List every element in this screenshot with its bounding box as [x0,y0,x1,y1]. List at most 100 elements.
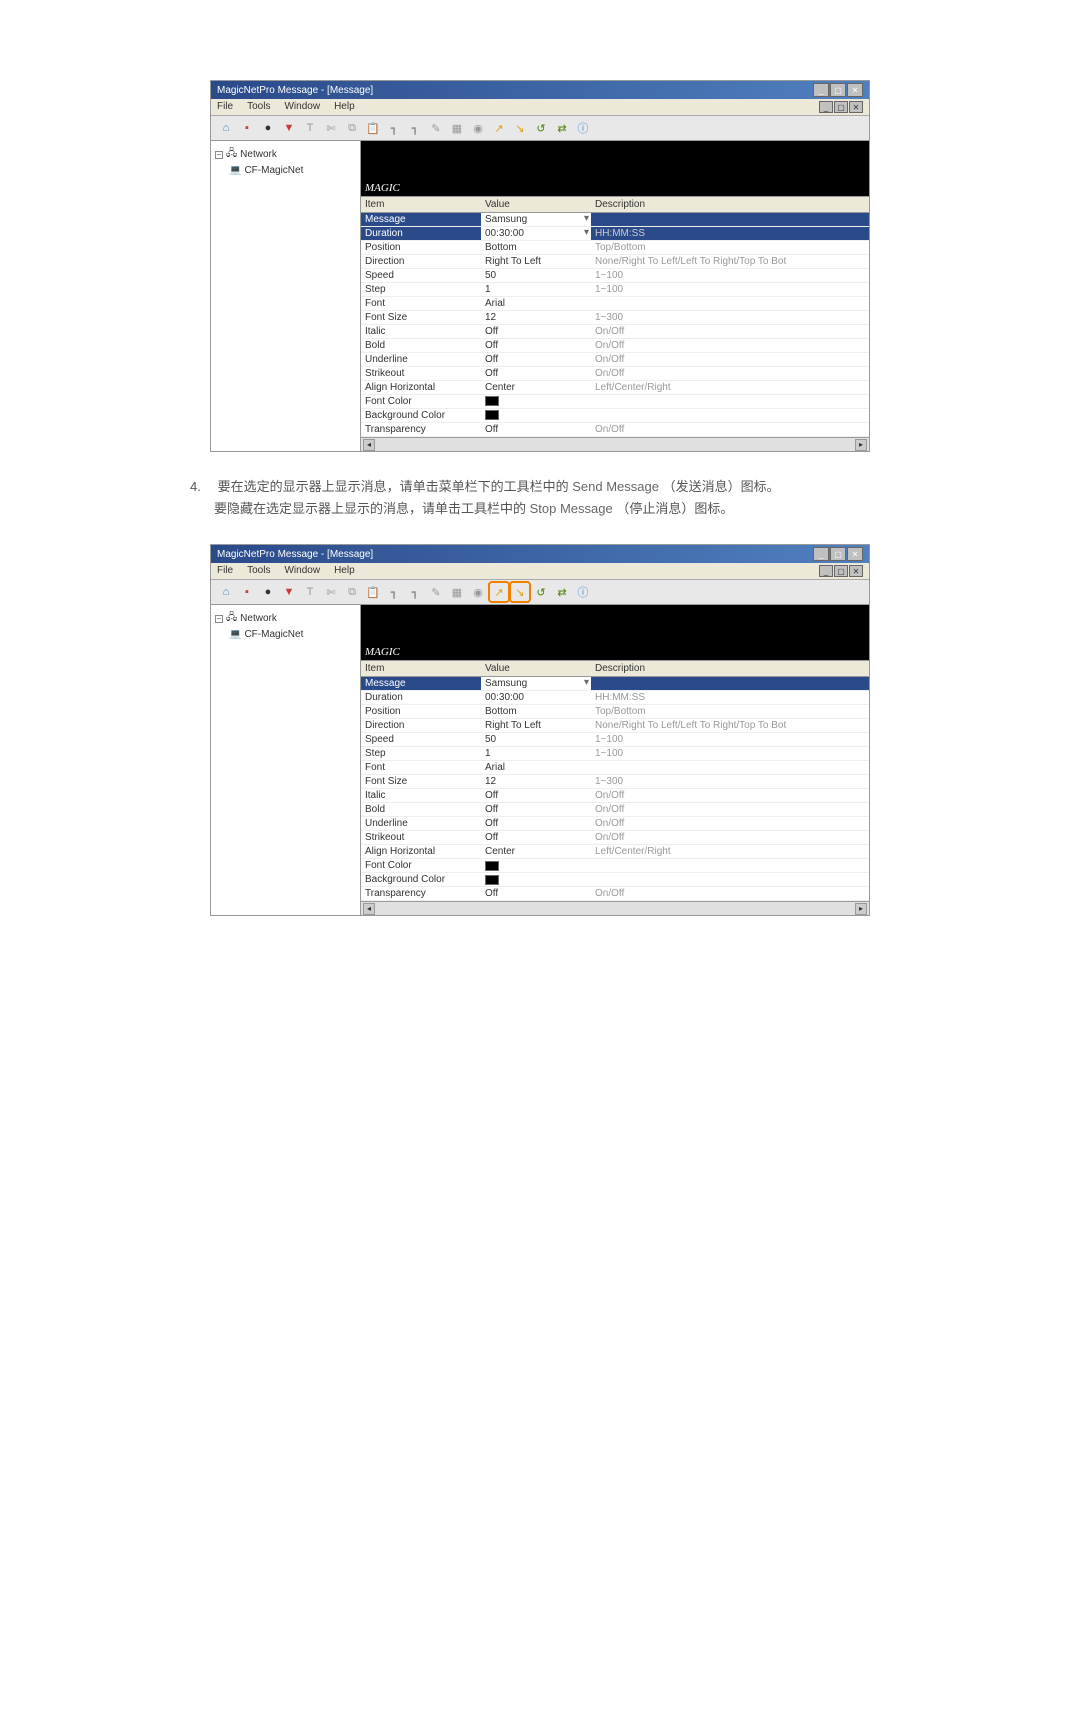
icon-h[interactable]: 📋 [364,119,382,137]
prop-row[interactable]: StrikeoutOffOn/Off [361,831,869,845]
prop-row[interactable]: MessageSamsung [361,213,869,227]
icon-q[interactable]: ⇄ [553,583,571,601]
prop-row[interactable]: Font Size121~300 [361,311,869,325]
icon-m[interactable]: ◉ [469,119,487,137]
prop-value[interactable]: Bottom [481,241,591,254]
menu-tools[interactable]: Tools [247,101,270,113]
tree-root[interactable]: – 🖧 Network [215,609,356,628]
prop-row[interactable]: Speed501~100 [361,733,869,747]
prop-row[interactable]: ItalicOffOn/Off [361,789,869,803]
prop-value[interactable]: 1 [481,747,591,760]
prop-row[interactable]: FontArial [361,297,869,311]
icon-i[interactable]: ┓ [385,583,403,601]
mdi-restore[interactable]: ▢ [834,565,848,577]
tree-expand-icon[interactable]: – [215,615,223,623]
prop-row[interactable]: Step11~100 [361,283,869,297]
prop-value[interactable] [481,395,591,408]
mdi-minimize[interactable]: _ [819,101,833,113]
prop-value[interactable]: 50 [481,269,591,282]
scroll-left-icon[interactable]: ◂ [363,439,375,451]
prop-value[interactable]: Off [481,339,591,352]
icon-e[interactable]: T [301,583,319,601]
icon-b[interactable]: ▪ [238,583,256,601]
prop-row[interactable]: DirectionRight To LeftNone/Right To Left… [361,255,869,269]
prop-row[interactable]: Background Color [361,873,869,887]
scroll-right-icon[interactable]: ▸ [855,439,867,451]
maximize-button[interactable]: ▢ [830,83,846,97]
icon-q[interactable]: ⇄ [553,119,571,137]
menu-help[interactable]: Help [334,565,355,577]
h-scrollbar[interactable]: ◂ ▸ [361,901,869,915]
prop-value[interactable]: 00:30:00 [481,691,591,704]
menu-tools[interactable]: Tools [247,565,270,577]
prop-value[interactable]: Off [481,353,591,366]
prop-row[interactable]: PositionBottomTop/Bottom [361,705,869,719]
icon-g[interactable]: ⧉ [343,583,361,601]
prop-value[interactable]: Samsung [481,213,591,226]
h-scrollbar[interactable]: ◂ ▸ [361,437,869,451]
tree-root[interactable]: – 🖧 Network [215,145,356,164]
icon-info[interactable]: ⓘ [574,583,592,601]
prop-row[interactable]: TransparencyOffOn/Off [361,423,869,437]
prop-value[interactable] [481,873,591,886]
prop-row[interactable]: StrikeoutOffOn/Off [361,367,869,381]
icon-b[interactable]: ▪ [238,119,256,137]
icon-g[interactable]: ⧉ [343,119,361,137]
color-swatch[interactable] [485,396,499,406]
color-swatch[interactable] [485,861,499,871]
icon-j[interactable]: ┓ [406,583,424,601]
prop-value[interactable]: Off [481,831,591,844]
send-message-icon[interactable]: ↗ [490,583,508,601]
icon-c[interactable]: ● [259,583,277,601]
prop-row[interactable]: PositionBottomTop/Bottom [361,241,869,255]
prop-value[interactable]: Off [481,817,591,830]
maximize-button[interactable]: ▢ [830,547,846,561]
minimize-button[interactable]: _ [813,83,829,97]
prop-value[interactable]: Samsung [481,677,591,690]
icon-a[interactable]: ⌂ [217,119,235,137]
icon-f[interactable]: ✄ [322,583,340,601]
icon-d[interactable]: ▼ [280,583,298,601]
prop-value[interactable] [481,409,591,422]
mdi-minimize[interactable]: _ [819,565,833,577]
prop-row[interactable]: Speed501~100 [361,269,869,283]
menu-file[interactable]: File [217,101,233,113]
prop-row[interactable]: Align HorizontalCenterLeft/Center/Right [361,381,869,395]
scroll-left-icon[interactable]: ◂ [363,903,375,915]
prop-value[interactable]: 00:30:00 [481,227,591,240]
icon-j[interactable]: ┓ [406,119,424,137]
send-message-icon[interactable]: ↗ [490,119,508,137]
prop-value[interactable]: Off [481,423,591,436]
color-swatch[interactable] [485,875,499,885]
icon-e[interactable]: T [301,119,319,137]
prop-row[interactable]: TransparencyOffOn/Off [361,887,869,901]
icon-k[interactable]: ✎ [427,583,445,601]
prop-value[interactable]: Center [481,381,591,394]
prop-row[interactable]: Duration00:30:00HH:MM:SS [361,227,869,241]
menu-file[interactable]: File [217,565,233,577]
icon-a[interactable]: ⌂ [217,583,235,601]
mdi-restore[interactable]: ▢ [834,101,848,113]
icon-p[interactable]: ↺ [532,119,550,137]
prop-row[interactable]: UnderlineOffOn/Off [361,817,869,831]
prop-value[interactable]: Arial [481,297,591,310]
prop-value[interactable]: Right To Left [481,719,591,732]
prop-row[interactable]: Font Color [361,395,869,409]
prop-value[interactable]: Center [481,845,591,858]
icon-f[interactable]: ✄ [322,119,340,137]
close-button[interactable]: ✕ [847,83,863,97]
icon-l[interactable]: ▦ [448,119,466,137]
icon-m[interactable]: ◉ [469,583,487,601]
mdi-close[interactable]: ✕ [849,565,863,577]
prop-value[interactable]: Off [481,887,591,900]
prop-value[interactable]: Off [481,803,591,816]
prop-row[interactable]: FontArial [361,761,869,775]
icon-p[interactable]: ↺ [532,583,550,601]
prop-row[interactable]: Duration00:30:00HH:MM:SS [361,691,869,705]
prop-row[interactable]: Background Color [361,409,869,423]
tree-child[interactable]: 💻 CF-MagicNet [215,164,356,177]
icon-h[interactable]: 📋 [364,583,382,601]
prop-value[interactable]: 12 [481,775,591,788]
menu-window[interactable]: Window [284,101,320,113]
prop-value[interactable]: 50 [481,733,591,746]
